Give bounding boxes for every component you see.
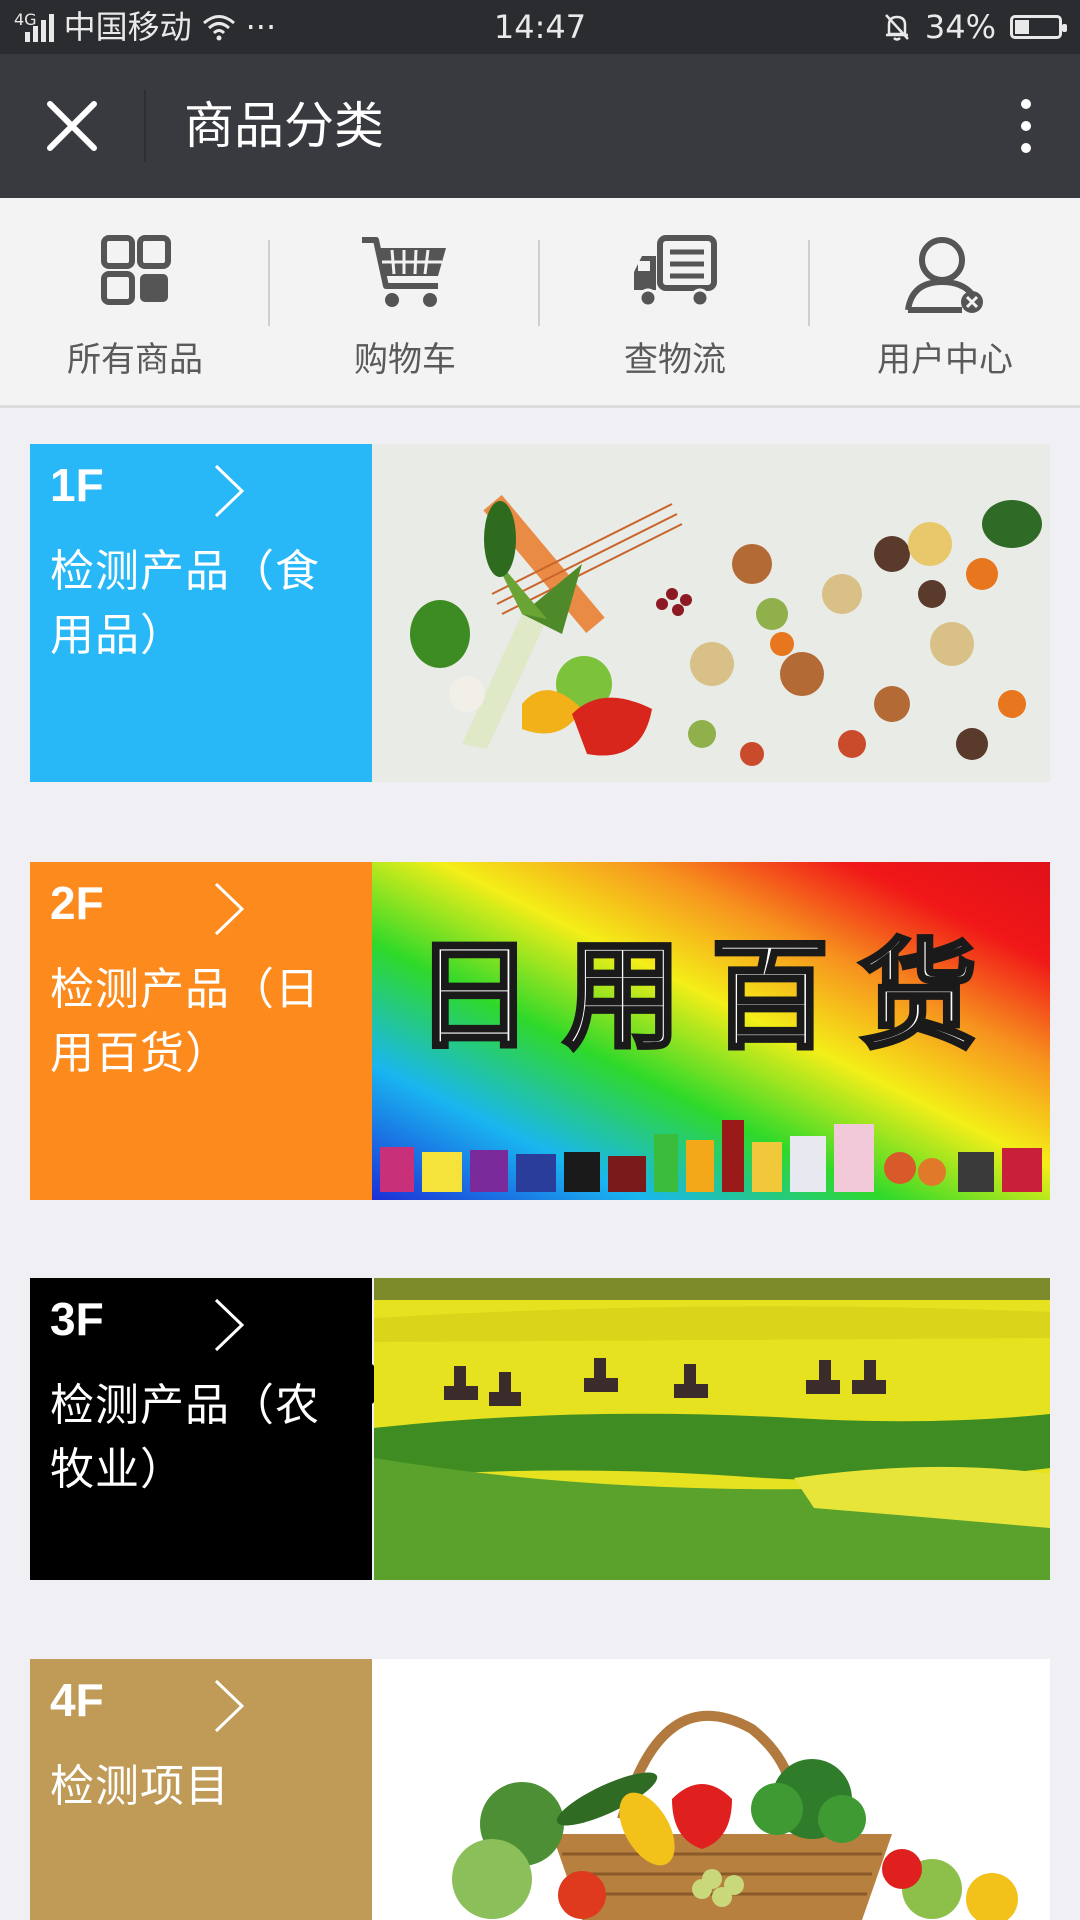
nav-label: 购物车: [354, 340, 456, 380]
nav-label: 所有商品: [67, 340, 203, 380]
more-vertical-icon[interactable]: [1006, 96, 1046, 156]
nav-all-products[interactable]: 所有商品: [0, 198, 270, 405]
truck-icon: [634, 235, 717, 308]
banner-text: 日用百货: [415, 926, 1007, 1065]
food-ingredients-image[interactable]: [372, 444, 1050, 782]
chevron-right-icon: [214, 464, 245, 518]
floor-name: 检测产品（食用品）: [50, 546, 320, 661]
title-divider: [144, 90, 146, 162]
nav-label: 查物流: [624, 340, 726, 380]
vegetable-basket-image[interactable]: [372, 1659, 1050, 1920]
nav-user-center[interactable]: 用户中心: [810, 198, 1080, 405]
floor-2-panel[interactable]: 2F 检测产品（日用百货）: [30, 862, 392, 1200]
floor-3-panel[interactable]: 3F 检测产品（农牧业）: [30, 1278, 392, 1580]
shortcut-nav: 所有商品 购物车 查物流 用户中心: [0, 198, 1080, 408]
floor-3-card[interactable]: 3F 检测产品（农牧业）: [30, 1278, 1050, 1580]
page-title: 商品分类: [184, 97, 384, 155]
cart-icon: [362, 237, 446, 307]
floor-1-panel[interactable]: 1F 检测产品（食用品）: [30, 444, 392, 782]
nav-label: 用户中心: [877, 340, 1013, 380]
title-bar: 商品分类: [0, 54, 1080, 198]
floor-number: 1F: [50, 459, 104, 511]
nav-logistics[interactable]: 查物流: [540, 198, 810, 405]
grid-icon: [101, 235, 171, 305]
floor-number: 3F: [50, 1293, 104, 1345]
floor-4-card[interactable]: 4F 检测项目: [30, 1659, 1050, 1920]
floor-1-card[interactable]: 1F 检测产品（食用品）: [30, 444, 1050, 782]
chevron-right-icon: [214, 1298, 245, 1352]
battery-icon: [1010, 15, 1067, 39]
floor-name: 检测项目: [50, 1761, 230, 1812]
user-icon: [905, 237, 983, 313]
rapeseed-field-riders-image[interactable]: [374, 1278, 1050, 1580]
floor-name: 检测产品（日用百货）: [50, 964, 320, 1079]
alarm-off-icon: [884, 14, 909, 41]
floor-number: 4F: [50, 1674, 104, 1726]
nav-cart[interactable]: 购物车: [270, 198, 540, 405]
daily-goods-banner-image[interactable]: 日用百货: [372, 862, 1050, 1200]
close-icon[interactable]: [44, 98, 100, 154]
floor-number: 2F: [50, 877, 104, 929]
floor-4-panel[interactable]: 4F 检测项目: [30, 1659, 392, 1920]
floor-2-card[interactable]: 2F 检测产品（日用百货） 日用百货: [30, 862, 1050, 1200]
status-bar: 4G 中国移动 ··· 14:47 34%: [0, 0, 1080, 54]
battery-percent: 34%: [924, 8, 996, 46]
chevron-right-icon: [214, 1679, 245, 1733]
floor-name: 检测产品（农牧业）: [50, 1380, 320, 1495]
chevron-right-icon: [214, 882, 245, 936]
